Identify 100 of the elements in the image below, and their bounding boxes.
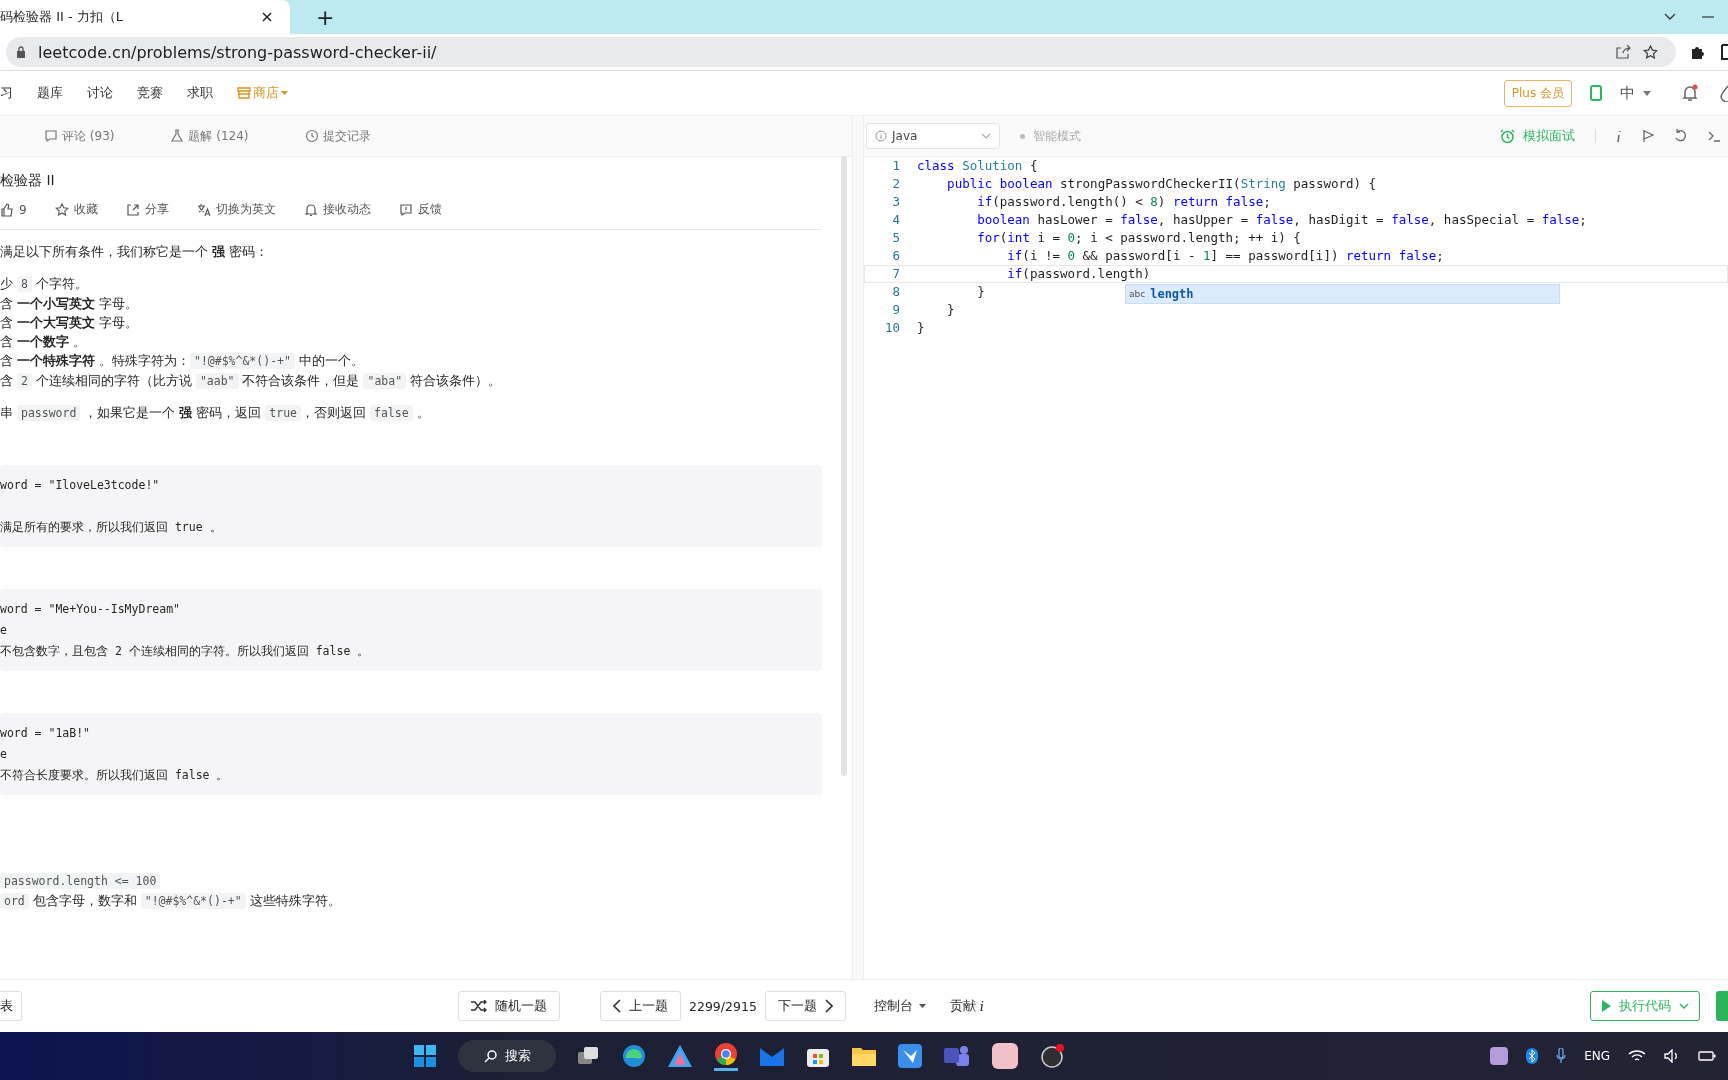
triangle-app-icon[interactable] [668,1045,693,1067]
autocomplete-suggestion[interactable]: abc length [1125,284,1560,304]
folder-icon[interactable] [852,1046,877,1066]
caret-icon [1643,90,1651,96]
action-link[interactable]: 切换为英文 [196,201,276,218]
code-line: } [917,319,925,337]
example-text: word = "IloveLe3tcode!" [0,477,161,494]
thumbs-up-icon [0,202,14,217]
list-item: 少 8 个字符。 [0,275,89,294]
search-icon [483,1049,497,1063]
random-question-button[interactable]: 随机一题 [458,991,560,1021]
panel-tab[interactable]: 提交记录 [304,127,371,145]
line-number: 7 [891,265,901,283]
scrollbar[interactable] [841,156,847,776]
next-button[interactable]: 下一题 [764,991,846,1021]
chevron-left-icon [613,999,621,1013]
language-select[interactable]: Java [866,123,1000,149]
share-icon [125,202,140,217]
windows-start-icon[interactable] [414,1045,437,1067]
caret-icon [281,91,288,95]
obs-icon[interactable] [1040,1043,1067,1069]
alarm-clock-icon [1500,128,1515,144]
lock-icon [16,46,26,58]
info-icon[interactable] [1616,129,1622,143]
nav-link[interactable]: 题库 [37,84,63,102]
browser-tab[interactable]: 码检验器 II - 力扣（L [0,0,290,34]
close-icon[interactable] [262,12,272,22]
list-item: password.length <= 100 [0,871,822,891]
action-link[interactable]: 反馈 [398,201,442,218]
shop-icon [237,87,251,99]
list-button[interactable]: 表 [0,991,22,1021]
line-number: 2 [891,175,901,193]
code-line: } [976,283,985,301]
bluetooth-icon[interactable] [1526,1048,1539,1064]
wifi-icon[interactable] [1628,1049,1646,1063]
line-number: 3 [891,193,901,211]
bird-app-icon[interactable] [898,1044,923,1068]
problem-title: 检验器 II [0,172,56,190]
info-icon[interactable]: i [979,998,984,1014]
action-link[interactable]: 收藏 [54,201,98,218]
reset-icon[interactable] [1674,129,1688,143]
paragraph: 满足以下所有条件，我们称它是一个 强 密码： [0,243,269,261]
code-line: public boolean strongPasswordCheckerII(String password) { [946,175,1377,193]
panel-tab[interactable]: 题解 (124) [170,127,249,145]
tray-app-icon[interactable] [1490,1047,1509,1065]
list-item: 含 一个数字 。 [0,333,87,351]
bell-icon [303,202,318,217]
chrome-icon[interactable] [714,1041,739,1071]
shuffle-icon [471,1000,487,1012]
play-icon [1601,1000,1611,1012]
puzzle-icon[interactable] [1690,44,1706,60]
chevron-right-icon [824,999,833,1013]
nav-link[interactable]: 习 [0,84,13,102]
flag-icon[interactable] [1642,129,1654,143]
code-line: } [946,301,955,319]
list-item: 含 一个特殊字符 。特殊字符为： "!@#$%^&*()-+" 中的一个。 [0,352,365,371]
nav-link[interactable]: 求职 [187,84,213,102]
previous-button[interactable]: 上一题 [600,991,681,1021]
code-line: if(password.length) [1006,265,1151,283]
microphone-icon[interactable] [1556,1048,1567,1064]
line-number: 6 [891,247,901,265]
chevron-down-icon [981,133,991,139]
list-item: 含 2 个连续相同的字符（比方说 "aab" 不符合该条件，但是 "aba" 符合该条件）。 [0,372,503,391]
panel-tab[interactable]: 评论 (93) [44,127,115,145]
volume-icon[interactable] [1664,1049,1680,1063]
share-icon[interactable] [1615,45,1631,59]
code-line: if(i != 0 && password[i - 1] == password[i]) return false; [1006,247,1444,265]
new-tab-button[interactable]: + [316,4,335,30]
action-link[interactable]: 接收动态 [303,201,371,218]
battery-icon[interactable] [1698,1049,1716,1063]
example-text: 不符合长度要求。所以我们返回 false 。 [0,766,230,784]
phone-icon[interactable] [1590,85,1602,101]
chevron-down-icon [1679,1003,1689,1009]
task-view-icon[interactable] [578,1046,601,1066]
nav-link[interactable]: 竞赛 [137,84,163,102]
app-avatar-icon[interactable] [992,1043,1019,1069]
action-link[interactable]: 分享 [125,201,169,218]
info-icon [875,130,887,142]
console-menu[interactable]: 控制台 [873,997,926,1015]
input-language[interactable]: ENG [1584,1049,1610,1063]
action-link[interactable]: 9 [0,201,27,218]
edge-icon[interactable] [622,1044,647,1068]
contribute-link[interactable]: 贡献 [949,997,976,1015]
code-line: if(password.length() < 8) return false; [976,193,1271,211]
address-bar[interactable]: leetcode.cn/problems/strong-password-checker-ii/ [6,37,1676,67]
paragraph: 串 password ，如果它是一个 强 密码，返回 true ，否则返回 false 。 [0,404,431,423]
example-text: word = "1aB!" [0,725,91,742]
terminal-icon[interactable] [1708,130,1720,142]
taskbar-search[interactable]: 搜索 [458,1040,557,1072]
example-text: word = "Me+You--IsMyDream" [0,601,181,618]
star-icon[interactable] [1643,44,1658,60]
flask-icon [170,129,185,143]
comment-icon [44,129,58,143]
nav-link[interactable]: 讨论 [87,84,113,102]
line-number: 5 [891,229,901,247]
teams-icon[interactable] [944,1044,971,1068]
language-menu[interactable]: 中 [1620,83,1651,103]
chevron-down-icon[interactable] [1664,13,1676,21]
bell-icon[interactable] [1681,84,1699,102]
mail-icon[interactable] [760,1046,785,1066]
